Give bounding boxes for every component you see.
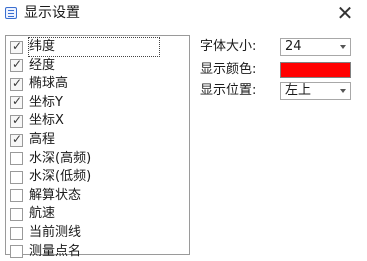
list-item[interactable]: 航速	[10, 205, 55, 223]
list-item[interactable]: 解算状态	[10, 187, 81, 205]
list-item-label: 航速	[29, 206, 56, 222]
checkbox-unchecked[interactable]	[10, 207, 23, 221]
checkbox-unchecked[interactable]	[10, 170, 23, 184]
font-size-value: 24	[285, 39, 302, 54]
title-bar: 显示设置 ✕	[0, 0, 367, 30]
list-item-label: 水深(低频)	[29, 169, 92, 185]
checkbox-checked[interactable]	[10, 57, 23, 73]
checkbox-checked[interactable]	[10, 76, 23, 91]
checkbox-checked[interactable]	[10, 113, 23, 128]
color-swatch[interactable]	[280, 62, 351, 78]
list-item[interactable]: 测量点名	[10, 243, 81, 261]
chevron-down-icon	[340, 45, 346, 49]
checkbox-unchecked[interactable]	[10, 189, 23, 203]
list-item[interactable]: 水深(高频)	[10, 150, 91, 168]
checkbox-unchecked[interactable]	[10, 152, 23, 166]
position-value: 左上	[285, 83, 312, 98]
position-label: 显示位置:	[200, 83, 257, 98]
list-item-label: 经度	[29, 57, 56, 73]
checkbox-checked[interactable]	[10, 94, 23, 110]
checkbox-checked[interactable]	[10, 39, 23, 54]
list-item[interactable]: 高程	[10, 131, 55, 149]
position-select[interactable]: 左上	[280, 82, 351, 100]
list-item-label: 坐标X	[29, 113, 64, 129]
dialog-title: 显示设置	[24, 5, 80, 21]
list-item[interactable]: 水深(低频)	[10, 168, 91, 186]
checkbox-unchecked[interactable]	[10, 226, 23, 240]
list-item-label: 椭球高	[29, 76, 69, 92]
chevron-down-icon	[340, 89, 346, 93]
list-item-label: 高程	[29, 132, 56, 147]
app-icon	[5, 7, 17, 19]
color-label: 显示颜色:	[200, 62, 257, 77]
list-item-label: 水深(高频)	[29, 150, 92, 166]
font-size-select[interactable]: 24	[280, 38, 351, 56]
list-item[interactable]: 经度	[10, 57, 55, 75]
list-item[interactable]: 坐标Y	[10, 94, 63, 112]
list-item[interactable]: 纬度	[10, 37, 161, 57]
list-item[interactable]: 坐标X	[10, 112, 64, 130]
list-item[interactable]: 椭球高	[10, 75, 68, 93]
list-item-label: 解算状态	[29, 187, 82, 203]
list-item[interactable]: 当前测线	[10, 224, 81, 242]
list-item-label: 坐标Y	[29, 94, 63, 110]
list-item-label: 当前测线	[29, 225, 82, 240]
list-item-label: 纬度	[27, 37, 161, 57]
checkbox-unchecked[interactable]	[10, 245, 23, 259]
list-item-label: 测量点名	[29, 243, 82, 259]
close-icon[interactable]: ✕	[333, 2, 357, 24]
checkbox-checked[interactable]	[10, 132, 23, 147]
font-size-label: 字体大小:	[200, 39, 257, 54]
